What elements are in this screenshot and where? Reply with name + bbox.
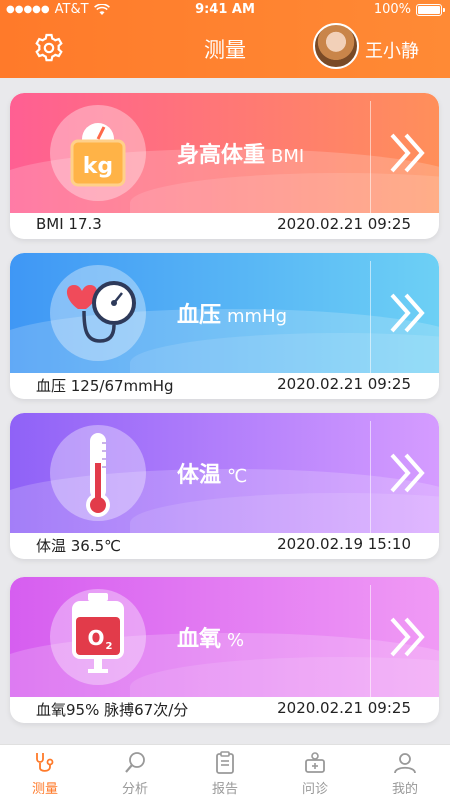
card-blood-pressure[interactable]: 血压 mmHg 血压 125/67mmHg 2020.02.21 09:25 [10,253,439,399]
card-blood-oxygen-title: 血氧% [177,627,245,652]
card-bmi-time: 2020.02.21 09:25 [277,215,411,233]
card-temperature-title: 体温 ℃ [177,463,248,488]
tab-analysis[interactable]: 分析 [90,745,180,800]
tab-report[interactable]: 报告 [180,745,270,800]
card-temperature[interactable]: 体温 ℃ 体温 36.5℃ 2020.02.19 15:10 [10,413,439,559]
status-bar: ●●●●● AT&T 9:41 AM 100% [0,0,450,20]
card-blood-oxygen-banner[interactable]: O 2 血氧% [10,577,439,697]
card-blood-oxygen-value: 血氧95% 脉搏67次/分 [36,701,189,719]
card-bmi-value: BMI 17.3 [36,215,102,233]
card-temperature-time: 2020.02.19 15:10 [277,535,411,553]
svg-text:2: 2 [106,641,113,652]
medical-kit-icon [305,752,325,773]
stethoscope-icon [36,753,54,772]
card-blood-pressure-banner[interactable]: 血压 mmHg [10,253,439,373]
card-blood-pressure-time: 2020.02.21 09:25 [277,375,411,393]
person-icon [394,753,416,774]
card-blood-oxygen-time: 2020.02.21 09:25 [277,699,411,717]
tab-profile[interactable]: 我的 [360,745,450,800]
svg-text:O: O [87,626,104,650]
avatar[interactable] [313,23,359,69]
tab-measure[interactable]: 测量 [0,745,90,800]
card-blood-pressure-value: 血压 125/67mmHg [36,377,174,395]
magnifier-icon [125,752,145,773]
card-bmi-banner[interactable]: kg 身高体重 BMI [10,93,439,213]
blood-pressure-gauge-icon [66,281,136,343]
chevron-right-icon[interactable] [388,451,428,495]
svg-text:kg: kg [83,154,113,179]
clipboard-icon [216,751,234,774]
battery-percent: 100% [373,2,411,17]
tab-bar: 测量 分析 报告 问诊 我的 [0,744,450,800]
username[interactable]: 王小静 [365,37,419,63]
card-temperature-value: 体温 36.5℃ [36,537,122,555]
card-blood-oxygen[interactable]: O 2 血氧% 血氧95% 脉搏67次/分 2020.02.21 09:25 [10,577,439,723]
battery-icon [416,3,445,16]
tab-consultation[interactable]: 问诊 [270,745,360,800]
chevron-right-icon[interactable] [388,291,428,335]
weight-scale-icon: kg [70,123,126,187]
card-temperature-banner[interactable]: 体温 ℃ [10,413,439,533]
card-bmi[interactable]: kg 身高体重 BMI BMI 17.3 2020.02.21 09:25 [10,93,439,239]
card-blood-oxygen-footer: 血氧95% 脉搏67次/分 2020.02.21 09:25 [10,697,439,723]
card-temperature-footer: 体温 36.5℃ 2020.02.19 15:10 [10,533,439,559]
chevron-right-icon[interactable] [388,615,428,659]
card-blood-pressure-footer: 血压 125/67mmHg 2020.02.21 09:25 [10,373,439,399]
card-bmi-title: 身高体重 BMI [177,143,305,168]
card-bmi-footer: BMI 17.3 2020.02.21 09:25 [10,213,439,239]
header: ●●●●● AT&T 9:41 AM 100% 测量 王小静 [0,0,450,78]
chevron-right-icon[interactable] [388,131,428,175]
oxygen-bag-icon: O 2 [72,593,124,673]
card-blood-pressure-title: 血压 mmHg [177,303,288,328]
thermometer-icon [86,433,110,517]
